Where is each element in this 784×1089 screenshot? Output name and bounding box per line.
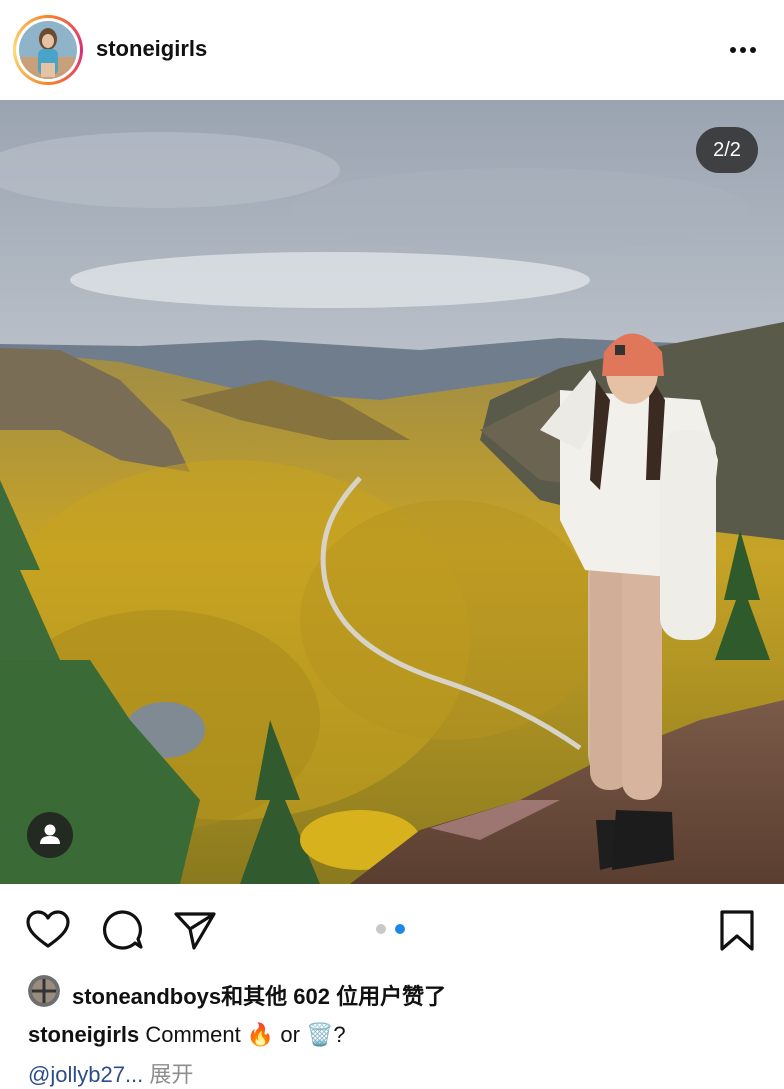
tagged-users-button[interactable]: [27, 812, 73, 858]
header-username[interactable]: stoneigirls: [96, 36, 207, 62]
liker-username[interactable]: stoneandboys: [72, 984, 221, 1009]
landscape-photo: [0, 100, 784, 884]
caption-text: Comment 🔥 or 🗑️?: [139, 1022, 346, 1047]
caption-username[interactable]: stoneigirls: [28, 1022, 139, 1047]
post-header: stoneigirls: [0, 0, 784, 100]
likes-summary[interactable]: stoneandboys和其他 602 位用户赞了: [28, 974, 768, 1010]
likes-text: stoneandboys和其他 602 位用户赞了: [72, 979, 446, 1011]
image-counter: 2/2: [696, 127, 758, 173]
post-image[interactable]: [0, 100, 784, 884]
expand-caption-button[interactable]: 展开: [149, 1062, 193, 1087]
likes-count-text: 和其他 602 位用户赞了: [221, 984, 447, 1009]
heart-icon: [26, 910, 70, 948]
caption-continuation: @jollyb27... 展开: [28, 1057, 193, 1089]
mention-link[interactable]: @jollyb27...: [28, 1062, 143, 1087]
bookmark-icon: [720, 910, 754, 951]
like-button[interactable]: [23, 905, 73, 955]
liker-avatar[interactable]: [28, 975, 60, 1007]
carousel-dot-active: [395, 924, 405, 934]
avatar[interactable]: [19, 21, 77, 79]
user-tag-icon: [40, 824, 60, 844]
comment-button[interactable]: [97, 905, 147, 955]
carousel-dot: [376, 924, 386, 934]
more-horizontal-icon: [730, 47, 756, 53]
comment-icon: [102, 910, 143, 950]
action-bar: [0, 884, 784, 974]
more-options-button[interactable]: [722, 30, 766, 70]
caption: stoneigirls Comment 🔥 or 🗑️?: [28, 1022, 346, 1048]
story-ring[interactable]: [13, 15, 83, 85]
avatar-border: [16, 18, 80, 82]
share-button[interactable]: [170, 905, 220, 955]
save-button[interactable]: [712, 905, 762, 955]
send-icon: [174, 912, 216, 950]
